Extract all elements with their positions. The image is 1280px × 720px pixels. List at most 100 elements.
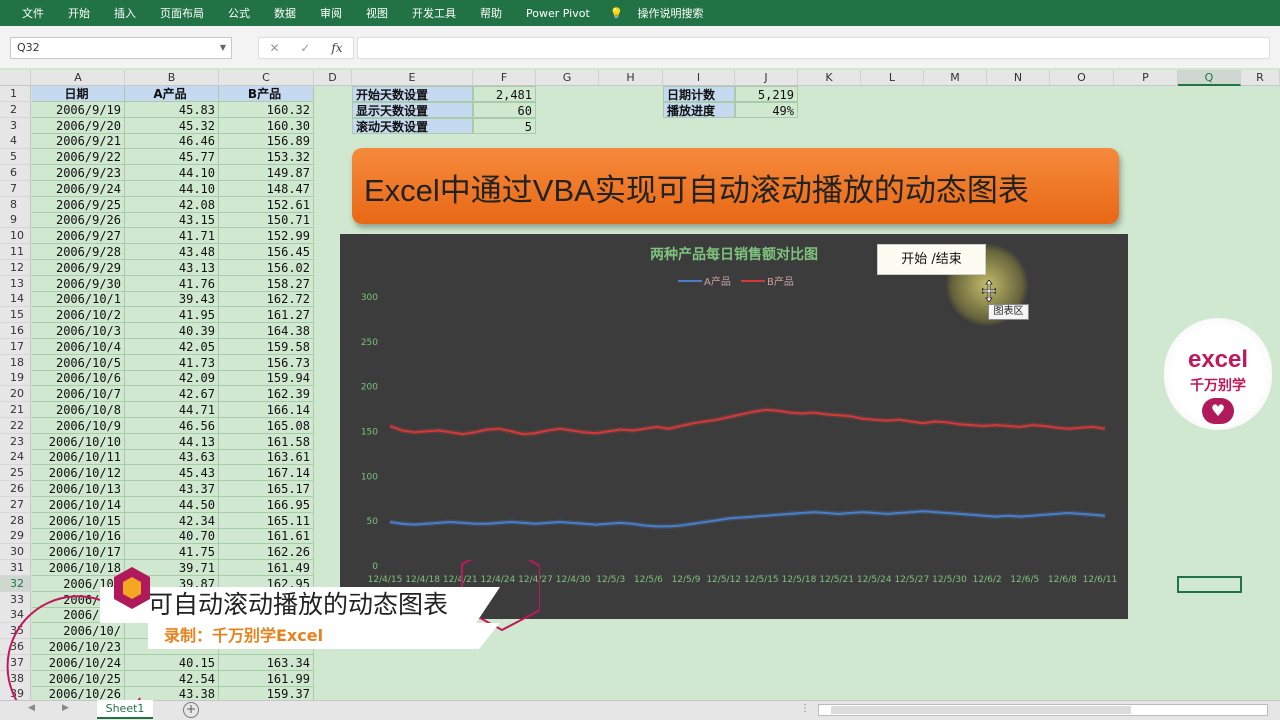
column-header-b[interactable]: B	[125, 70, 219, 86]
table-cell[interactable]: 43.37	[125, 481, 219, 497]
table-cell[interactable]: 163.34	[219, 654, 314, 671]
row-header[interactable]: 20	[0, 386, 31, 403]
table-cell[interactable]: 2006/10/11	[32, 449, 125, 466]
table-cell[interactable]: 149.87	[219, 165, 314, 181]
row-header[interactable]: 2	[0, 101, 31, 118]
table-cell[interactable]: 166.14	[219, 402, 314, 418]
table-cell[interactable]: 41.75	[125, 544, 219, 561]
ribbon-tab[interactable]: 视图	[354, 5, 400, 21]
ribbon-tab[interactable]: 操作说明搜索	[625, 5, 715, 21]
table-cell[interactable]: 2006/10/9	[32, 417, 125, 434]
row-header[interactable]: 25	[0, 465, 31, 482]
row-header[interactable]: 38	[0, 670, 31, 687]
row-header[interactable]: 32	[0, 575, 31, 592]
table-cell[interactable]: 2006/10/8	[32, 402, 125, 418]
row-header[interactable]: 21	[0, 402, 31, 418]
column-header-k[interactable]: K	[798, 70, 861, 86]
table-cell[interactable]: 45.77	[125, 149, 219, 166]
table-header-cell[interactable]: B产品	[219, 86, 314, 102]
ribbon-tab[interactable]: 页面布局	[148, 5, 216, 21]
table-cell[interactable]: 152.99	[219, 228, 314, 245]
table-cell[interactable]: 43.63	[125, 449, 219, 466]
table-cell[interactable]: 44.71	[125, 402, 219, 418]
table-cell[interactable]: 161.49	[219, 560, 314, 576]
table-cell[interactable]: 165.17	[219, 481, 314, 497]
setting-value[interactable]: 5	[473, 117, 536, 134]
table-cell[interactable]: 158.27	[219, 275, 314, 292]
column-header-o[interactable]: O	[1050, 70, 1114, 86]
table-cell[interactable]: 46.46	[125, 133, 219, 150]
column-header-d[interactable]: D	[314, 70, 352, 86]
select-all-corner[interactable]	[0, 70, 31, 86]
setting-value[interactable]: 60	[473, 101, 536, 118]
more-icon[interactable]: ⋮	[800, 703, 810, 714]
table-cell[interactable]: 2006/9/23	[32, 165, 125, 181]
ribbon-tab[interactable]: 数据	[262, 5, 308, 21]
table-cell[interactable]: 2006/10/17	[32, 544, 125, 561]
table-cell[interactable]: 2006/10/10	[32, 433, 125, 450]
column-header-m[interactable]: M	[924, 70, 987, 86]
table-cell[interactable]: 45.32	[125, 117, 219, 134]
table-cell[interactable]: 39.43	[125, 291, 219, 308]
table-cell[interactable]: 40.39	[125, 323, 219, 339]
table-cell[interactable]: 165.11	[219, 512, 314, 529]
setting-label[interactable]: 开始天数设置	[352, 86, 473, 102]
row-header[interactable]: 17	[0, 338, 31, 355]
table-cell[interactable]: 42.08	[125, 196, 219, 213]
row-header[interactable]: 12	[0, 259, 31, 276]
row-header[interactable]: 30	[0, 544, 31, 561]
table-cell[interactable]: 2006/10/15	[32, 512, 125, 529]
table-cell[interactable]: 153.32	[219, 149, 314, 166]
row-header[interactable]: 10	[0, 228, 31, 245]
ribbon-tab[interactable]: Power Pivot	[514, 7, 602, 20]
confirm-icon[interactable]: ✓	[300, 41, 310, 55]
chevron-down-icon[interactable]: ▼	[220, 38, 226, 58]
column-header-i[interactable]: I	[663, 70, 735, 86]
cancel-icon[interactable]: ✕	[269, 41, 279, 55]
table-cell[interactable]: 156.89	[219, 133, 314, 150]
ribbon-tab[interactable]: 开发工具	[400, 5, 468, 21]
table-header-cell[interactable]: A产品	[125, 86, 219, 102]
table-cell[interactable]: 42.34	[125, 512, 219, 529]
prev-sheet-icon[interactable]: ◀	[28, 703, 35, 713]
column-header-j[interactable]: J	[735, 70, 798, 86]
table-cell[interactable]: 43.48	[125, 244, 219, 260]
row-header[interactable]: 34	[0, 607, 31, 624]
setting-value[interactable]: 5,219	[735, 86, 798, 102]
column-header-r[interactable]: R	[1241, 70, 1280, 86]
table-cell[interactable]: 45.83	[125, 101, 219, 118]
table-cell[interactable]: 2006/9/22	[32, 149, 125, 166]
table-cell[interactable]: 159.94	[219, 370, 314, 387]
column-header-h[interactable]: H	[599, 70, 663, 86]
table-cell[interactable]: 2006/10/7	[32, 386, 125, 403]
row-header[interactable]: 7	[0, 180, 31, 197]
row-header[interactable]: 33	[0, 591, 31, 608]
table-cell[interactable]: 2006/10/	[32, 623, 125, 640]
table-cell[interactable]: 152.61	[219, 196, 314, 213]
table-cell[interactable]: 160.30	[219, 117, 314, 134]
table-cell[interactable]: 41.76	[125, 275, 219, 292]
row-header[interactable]: 23	[0, 433, 31, 450]
title-banner[interactable]: Excel中通过VBA实现可自动滚动播放的动态图表	[352, 148, 1119, 224]
ribbon-tab[interactable]: 公式	[216, 5, 262, 21]
table-cell[interactable]: 2006/10/5	[32, 354, 125, 371]
table-cell[interactable]: 150.71	[219, 212, 314, 229]
row-header[interactable]: 1	[0, 86, 31, 102]
table-cell[interactable]: 45.43	[125, 465, 219, 482]
row-header[interactable]: 22	[0, 417, 31, 434]
column-header-f[interactable]: F	[473, 70, 536, 86]
setting-value[interactable]: 2,481	[473, 86, 536, 102]
horizontal-scrollbar[interactable]	[818, 704, 1268, 716]
row-header[interactable]: 31	[0, 560, 31, 576]
row-header[interactable]: 15	[0, 307, 31, 324]
table-cell[interactable]: 162.39	[219, 386, 314, 403]
table-cell[interactable]: 2006/10/1	[32, 291, 125, 308]
table-cell[interactable]: 165.08	[219, 417, 314, 434]
name-box[interactable]: Q32 ▼	[10, 37, 232, 59]
column-header-q[interactable]: Q	[1178, 70, 1241, 86]
row-header[interactable]: 24	[0, 449, 31, 466]
table-cell[interactable]: 42.54	[125, 670, 219, 687]
table-cell[interactable]: 2006/9/30	[32, 275, 125, 292]
table-cell[interactable]: 44.10	[125, 165, 219, 181]
row-header[interactable]: 9	[0, 212, 31, 229]
